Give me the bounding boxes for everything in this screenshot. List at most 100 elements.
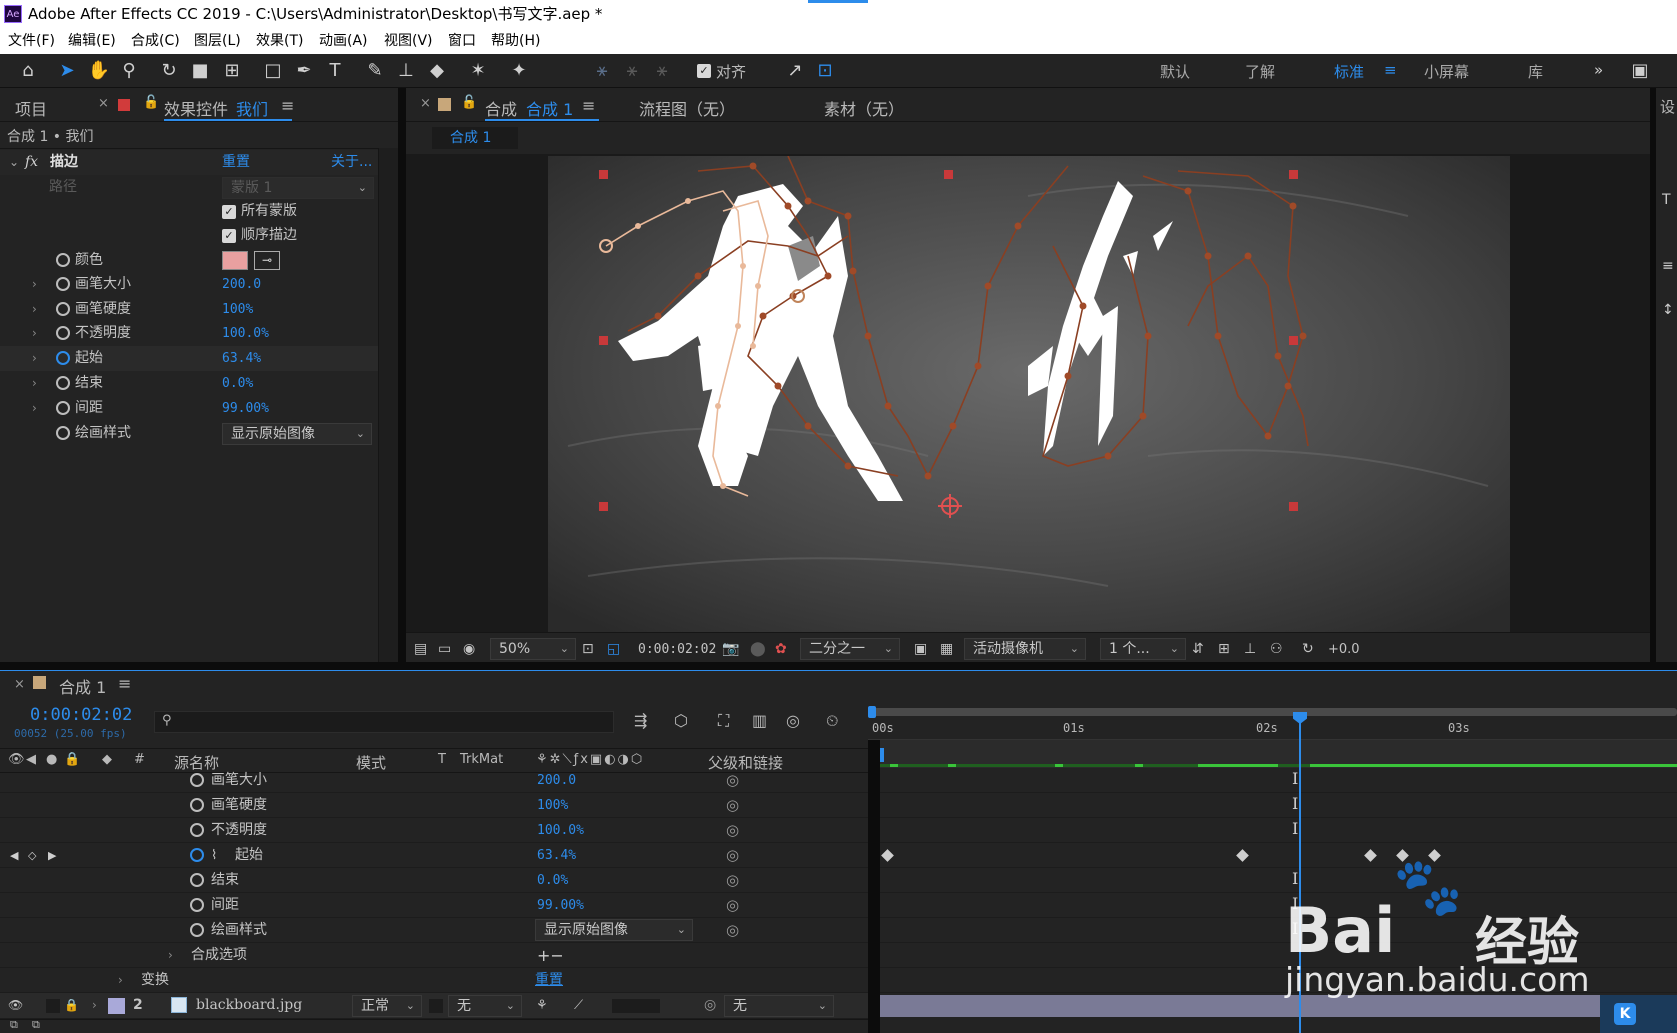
workspace-library[interactable]: 库 <box>1528 61 1543 82</box>
views-dropdown[interactable]: 1 个... ⌄ <box>1100 638 1186 660</box>
pick-whip-icon[interactable]: ◎ <box>726 768 739 793</box>
timeline-tab[interactable]: 合成 1 <box>59 674 106 698</box>
workspace-learn[interactable]: 了解 <box>1245 61 1275 82</box>
stopwatch-icon[interactable] <box>56 401 70 415</box>
puppet-tool-icon[interactable]: ✦ <box>507 59 531 83</box>
label-icon[interactable]: ◆ <box>102 752 112 767</box>
timeline-spacing-row[interactable]: 间距 99.00% ◎ <box>0 893 868 918</box>
zoom-dropdown[interactable]: 50% ⌄ <box>490 638 576 660</box>
pick-whip-icon[interactable]: ◎ <box>726 918 739 943</box>
selection-tool-icon[interactable]: ➤ <box>55 59 79 83</box>
channel-icon[interactable]: ✿ <box>775 641 787 657</box>
timeline-spacing-value[interactable]: 99.00% <box>537 893 584 918</box>
expand-chevron-icon[interactable]: › <box>32 297 37 322</box>
end-value[interactable]: 0.0% <box>222 371 253 396</box>
comp-options-add-remove[interactable]: +− <box>537 943 564 968</box>
menu-view[interactable]: 视图(V) <box>384 28 433 54</box>
layer-mode-dropdown[interactable]: 正常 ⌄ <box>352 995 422 1017</box>
eyedropper-icon[interactable]: ⊸ <box>254 251 280 270</box>
clone-stamp-tool-icon[interactable]: ⊥ <box>394 59 418 83</box>
tab-footage[interactable]: 素材（无） <box>824 96 904 120</box>
effect-header-row[interactable]: ⌄ fx 描边 重置 关于... <box>0 150 378 175</box>
home-icon[interactable]: ⌂ <box>16 59 40 83</box>
preserve-transparency-box[interactable] <box>429 999 443 1013</box>
brush-tool-icon[interactable]: ✎ <box>363 59 387 83</box>
graph-icon[interactable]: ⌇ <box>211 843 217 868</box>
prev-keyframe-icon[interactable]: ◀ <box>10 843 18 868</box>
show-snapshot-icon[interactable]: ⬤ <box>750 641 766 657</box>
layer-parent-dropdown[interactable]: 无 ⌄ <box>724 995 834 1017</box>
expand-chevron-icon[interactable]: › <box>32 321 37 346</box>
search-help-icon[interactable]: ▣ <box>1628 59 1652 83</box>
workspace-menu-icon[interactable]: ≡ <box>1384 61 1397 79</box>
work-area-bar[interactable] <box>868 708 1677 716</box>
motion-blur-icon[interactable]: ◎ <box>786 711 800 730</box>
switch-boxes[interactable] <box>612 999 660 1013</box>
audio-icon[interactable]: ◀ <box>26 752 36 767</box>
tab-effect-controls[interactable]: 效果控件 <box>164 96 228 120</box>
menu-animation[interactable]: 动画(A) <box>319 28 368 54</box>
timeline-brush-hardness-value[interactable]: 100% <box>537 793 568 818</box>
menu-file[interactable]: 文件(F) <box>8 28 55 54</box>
header-trkmat[interactable]: TrkMat <box>460 752 503 767</box>
eraser-tool-icon[interactable]: ◆ <box>425 59 449 83</box>
timeline-end-value[interactable]: 0.0% <box>537 868 568 893</box>
always-preview-icon[interactable]: ▤ <box>414 641 427 657</box>
layer-duration-track[interactable] <box>880 740 1677 768</box>
stopwatch-icon[interactable] <box>56 376 70 390</box>
timeline-opacity-value[interactable]: 100.0% <box>537 818 584 843</box>
track-opacity[interactable]: I <box>880 818 1677 843</box>
expand-chevron-icon[interactable]: › <box>32 396 37 421</box>
effect-controls-scrollbar[interactable] <box>378 148 398 662</box>
stopwatch-icon[interactable] <box>56 326 70 340</box>
timeline-brush-size-value[interactable]: 200.0 <box>537 768 576 793</box>
stopwatch-icon[interactable] <box>190 923 204 937</box>
camera-dropdown[interactable]: 活动摄像机 ⌄ <box>964 638 1086 660</box>
toggle-transparency-icon[interactable]: ▦ <box>940 641 953 657</box>
layer-switches-icon[interactable]: ⚘✲⟍ƒx▣◐◑⬡ <box>536 752 644 767</box>
pick-whip-icon[interactable]: ◎ <box>726 793 739 818</box>
lock-icon[interactable]: 🔒 <box>64 752 80 767</box>
transparency-grid-icon[interactable]: ◱ <box>607 641 620 657</box>
stopwatch-icon[interactable] <box>190 798 204 812</box>
right-panel-label[interactable]: 设 <box>1660 96 1675 117</box>
type-tool-icon[interactable]: T <box>323 59 347 83</box>
mask-visibility-icon[interactable]: ◉ <box>463 641 475 657</box>
layer-label-color[interactable] <box>108 998 125 1014</box>
opacity-value[interactable]: 100.0% <box>222 321 269 346</box>
leading-icon[interactable]: ↕ <box>1662 302 1674 318</box>
expand-chevron-icon[interactable]: › <box>32 371 37 396</box>
brush-hardness-value[interactable]: 100% <box>222 297 253 322</box>
toggle-switches-icon[interactable]: ⧉ <box>10 1018 18 1032</box>
roto-brush-tool-icon[interactable]: ✶ <box>466 59 490 83</box>
menu-effect[interactable]: 效果(T) <box>256 28 303 54</box>
timeline-paint-style-dropdown[interactable]: 显示原始图像 ⌄ <box>535 919 693 941</box>
tab-effect-layer[interactable]: 我们 <box>236 96 268 120</box>
transform-row[interactable]: › 变换 重置 <box>0 968 868 993</box>
tab-project[interactable]: 项目 <box>15 96 47 120</box>
timeline-brush-size-row[interactable]: 画笔大小 200.0 ◎ <box>0 768 868 793</box>
comp-flowchart-icon[interactable]: ⇶ <box>634 711 647 730</box>
menu-layer[interactable]: 图层(L) <box>194 28 241 54</box>
effect-about-link[interactable]: 关于... <box>331 150 372 175</box>
timeline-brush-hardness-row[interactable]: 画笔硬度 100% ◎ <box>0 793 868 818</box>
eye-icon[interactable]: 👁 <box>8 993 23 1018</box>
panel-divider[interactable] <box>398 88 406 662</box>
expand-chevron-icon[interactable]: › <box>32 272 37 297</box>
pick-whip-icon[interactable]: ◎ <box>726 818 739 843</box>
all-masks-checkbox[interactable]: ✓ <box>222 205 236 219</box>
keyframe[interactable] <box>1236 849 1249 862</box>
timeline-timecode[interactable]: 0:00:02:02 <box>30 705 132 725</box>
menu-edit[interactable]: 编辑(E) <box>68 28 116 54</box>
stopwatch-icon[interactable] <box>190 898 204 912</box>
timeline-paint-style-row[interactable]: 绘画样式 显示原始图像 ⌄ ◎ <box>0 918 868 943</box>
shy-switch-icon[interactable]: ⚘ <box>536 993 548 1018</box>
stopwatch-icon[interactable] <box>56 253 70 267</box>
rotate-tool-icon[interactable]: ↻ <box>157 59 181 83</box>
type-icon[interactable]: T <box>1662 192 1671 208</box>
resolution-dropdown[interactable]: 二分之一 ⌄ <box>800 638 900 660</box>
stopwatch-active-icon[interactable] <box>190 848 204 862</box>
effect-reset-link[interactable]: 重置 <box>222 150 250 175</box>
pick-whip-icon[interactable]: ◎ <box>726 843 739 868</box>
frame-blending-icon[interactable]: ▥ <box>752 711 767 730</box>
